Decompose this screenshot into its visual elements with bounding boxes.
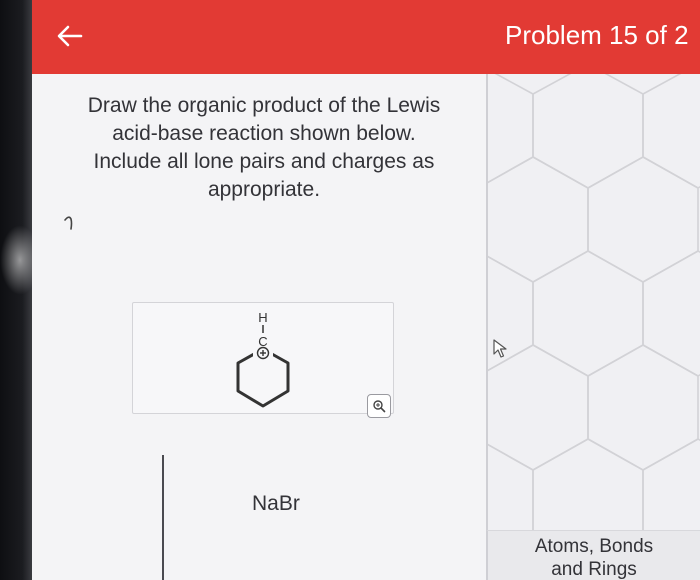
zoom-button[interactable] <box>367 394 391 418</box>
hexagon-grid <box>488 74 700 530</box>
curl-mark-icon <box>64 216 73 230</box>
toolbar-label-line: Atoms, Bonds <box>534 536 654 557</box>
reagent-label: NaBr <box>252 492 300 515</box>
magnify-icon <box>373 400 386 413</box>
carbocation-structure: H C <box>236 310 290 408</box>
atom-hydrogen: H <box>258 310 267 325</box>
reactant-structure-box: H C <box>132 302 394 414</box>
reaction-arrow <box>162 455 164 580</box>
prompt-line: Draw the organic product of the Lewis <box>87 94 441 117</box>
question-prompt: Draw the organic product of the Lewis ac… <box>64 92 464 204</box>
drawing-canvas[interactable] <box>486 74 700 530</box>
prompt-line: appropriate. <box>207 178 321 201</box>
arrow-left-icon <box>57 25 83 47</box>
back-button[interactable] <box>52 18 88 54</box>
prompt-line: acid-base reaction shown below. <box>112 122 416 145</box>
atom-carbon: C <box>258 334 267 349</box>
pointer-cursor-icon <box>493 339 507 358</box>
prompt-line: Include all lone pairs and charges as <box>93 150 435 173</box>
atoms-bonds-rings-toolbar[interactable]: Atoms, Bonds and Rings <box>486 530 700 580</box>
problem-counter: Problem 15 of 2 <box>505 20 689 50</box>
toolbar-label-line: and Rings <box>551 559 637 580</box>
header-bar: Problem 15 of 2 <box>32 0 700 74</box>
app-screen: Problem 15 of 2 Draw the organic product… <box>32 0 700 580</box>
